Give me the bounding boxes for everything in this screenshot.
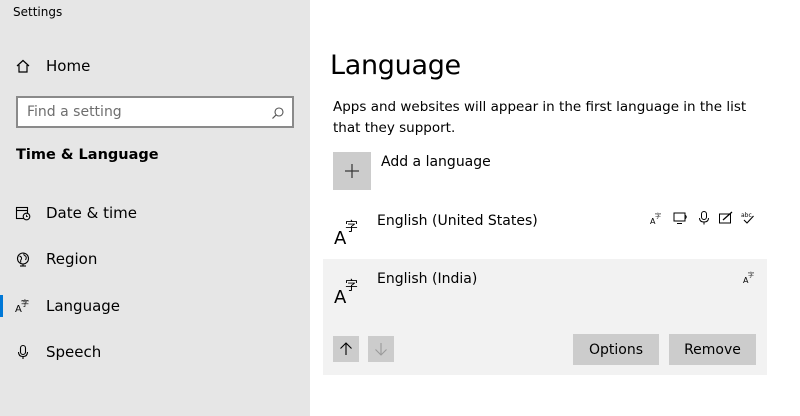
calendar-clock-icon <box>14 204 32 222</box>
sidebar-item-label: Language <box>46 297 121 315</box>
language-item-en-in[interactable]: A字 English (India) A字 Options Remove <box>323 259 767 375</box>
sidebar-item-language[interactable]: A字 Language <box>0 288 310 324</box>
nav-home[interactable]: Home <box>0 48 310 84</box>
globe-icon <box>14 250 32 268</box>
search-box[interactable] <box>16 96 294 128</box>
display-language-icon: A字 <box>743 269 757 285</box>
sidebar-item-speech[interactable]: Speech <box>0 334 310 370</box>
svg-text:字: 字 <box>345 220 358 235</box>
add-language-label[interactable]: Add a language <box>381 154 491 170</box>
search-input[interactable] <box>18 98 258 126</box>
sidebar-item-label: Date & time <box>46 204 137 222</box>
sidebar-item-label: Speech <box>46 343 102 361</box>
spell-check-icon: abc <box>741 210 755 224</box>
add-language-button[interactable] <box>333 152 371 190</box>
options-button[interactable]: Options <box>573 334 659 365</box>
remove-button[interactable]: Remove <box>669 334 756 365</box>
section-title: Time & Language <box>16 147 159 163</box>
app-title: Settings <box>13 5 63 19</box>
main-content: Language Apps and websites will appear i… <box>310 0 800 416</box>
svg-text:字: 字 <box>345 279 358 294</box>
svg-text:字: 字 <box>655 212 661 220</box>
page-description: Apps and websites will appear in the fir… <box>333 99 747 136</box>
sidebar-item-date-time[interactable]: Date & time <box>0 195 310 231</box>
page-title: Language <box>330 50 461 81</box>
arrow-down-icon <box>375 343 387 356</box>
sidebar-item-label: Region <box>46 250 98 268</box>
search-icon[interactable] <box>271 105 285 119</box>
nav-home-label: Home <box>46 57 91 75</box>
language-name: English (United States) <box>377 213 538 229</box>
handwriting-icon <box>719 210 733 224</box>
language-name: English (India) <box>377 271 478 287</box>
microphone-icon <box>14 343 32 361</box>
sidebar: Settings Home Time & Language Date & tim… <box>0 0 310 416</box>
svg-text:字: 字 <box>21 298 29 308</box>
language-icon: A字 <box>333 275 363 308</box>
svg-text:abc: abc <box>741 212 752 219</box>
display-language-icon: A字 <box>650 210 664 226</box>
arrow-up-icon <box>340 342 352 355</box>
plus-icon <box>345 164 359 178</box>
move-down-button[interactable] <box>368 336 394 362</box>
sidebar-item-region[interactable]: Region <box>0 241 310 277</box>
speech-recognition-icon <box>697 210 711 225</box>
language-icon: A字 <box>333 216 363 249</box>
move-up-button[interactable] <box>333 336 359 362</box>
language-item-en-us[interactable]: A字 English (United States) A字 abc <box>323 200 767 258</box>
svg-text:字: 字 <box>748 271 754 279</box>
language-icon: A字 <box>14 297 32 315</box>
home-icon <box>14 57 32 75</box>
text-to-speech-icon <box>673 210 687 224</box>
